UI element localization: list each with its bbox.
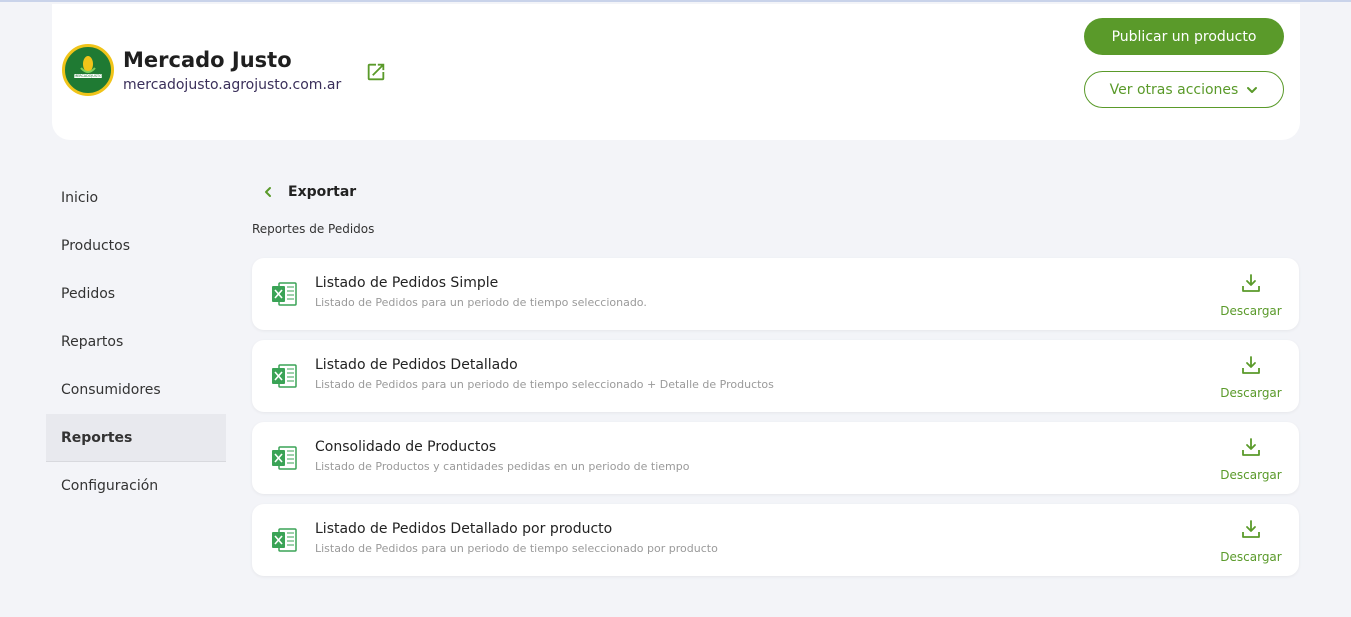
download-label: Descargar [1220, 386, 1282, 400]
store-name: Mercado Justo [123, 48, 292, 72]
external-link-icon[interactable] [365, 61, 387, 83]
more-actions-button[interactable]: Ver otras acciones [1084, 71, 1284, 108]
more-actions-label: Ver otras acciones [1109, 81, 1239, 98]
sidebar-item-pedidos[interactable]: Pedidos [46, 270, 226, 318]
report-card: Listado de Pedidos Simple Listado de Ped… [252, 258, 1299, 330]
sidebar-item-reportes[interactable]: Reportes [46, 414, 226, 462]
corn-logo-icon: MERCADOJUSTO [74, 56, 102, 78]
download-icon [1242, 274, 1260, 292]
download-button[interactable]: Descargar [1219, 354, 1283, 402]
store-logo: MERCADOJUSTO [62, 44, 114, 96]
sidebar-item-productos[interactable]: Productos [46, 222, 226, 270]
download-label: Descargar [1220, 550, 1282, 564]
sidebar-item-configuracion[interactable]: Configuración [46, 462, 226, 510]
report-title: Consolidado de Productos [315, 439, 497, 455]
download-icon [1242, 520, 1260, 538]
download-button[interactable]: Descargar [1219, 436, 1283, 484]
excel-file-icon [272, 446, 297, 470]
report-description: Listado de Pedidos para un periodo de ti… [315, 378, 774, 391]
download-label: Descargar [1220, 468, 1282, 482]
store-header: MERCADOJUSTO Mercado Justo mercadojusto.… [52, 4, 1300, 140]
sidebar-nav: Inicio Productos Pedidos Repartos Consum… [46, 174, 226, 510]
report-description: Listado de Pedidos para un periodo de ti… [315, 296, 647, 309]
chevron-left-icon [265, 187, 271, 197]
sidebar-item-repartos[interactable]: Repartos [46, 318, 226, 366]
download-icon [1242, 356, 1260, 374]
download-icon [1242, 438, 1260, 456]
excel-file-icon [272, 364, 297, 388]
report-description: Listado de Pedidos para un periodo de ti… [315, 542, 718, 555]
publish-product-button[interactable]: Publicar un producto [1084, 18, 1284, 55]
chevron-down-icon [1247, 86, 1258, 93]
report-title: Listado de Pedidos Simple [315, 275, 499, 291]
download-button[interactable]: Descargar [1219, 272, 1283, 320]
download-label: Descargar [1220, 304, 1282, 318]
sidebar-item-consumidores[interactable]: Consumidores [46, 366, 226, 414]
excel-file-icon [272, 282, 297, 306]
back-button[interactable]: Exportar [262, 181, 356, 203]
report-title: Listado de Pedidos Detallado por product… [315, 521, 613, 537]
report-card: Consolidado de Productos Listado de Prod… [252, 422, 1299, 494]
excel-file-icon [272, 528, 297, 552]
section-title: Reportes de Pedidos [252, 222, 375, 236]
store-url: mercadojusto.agrojusto.com.ar [123, 77, 342, 93]
report-card: Listado de Pedidos Detallado Listado de … [252, 340, 1299, 412]
download-button[interactable]: Descargar [1219, 518, 1283, 566]
report-title: Listado de Pedidos Detallado [315, 357, 518, 373]
report-card: Listado de Pedidos Detallado por product… [252, 504, 1299, 576]
report-description: Listado de Productos y cantidades pedida… [315, 460, 690, 473]
svg-text:MERCADOJUSTO: MERCADOJUSTO [74, 74, 102, 78]
page-title: Exportar [288, 184, 357, 200]
top-border [0, 0, 1351, 2]
sidebar-item-inicio[interactable]: Inicio [46, 174, 226, 222]
